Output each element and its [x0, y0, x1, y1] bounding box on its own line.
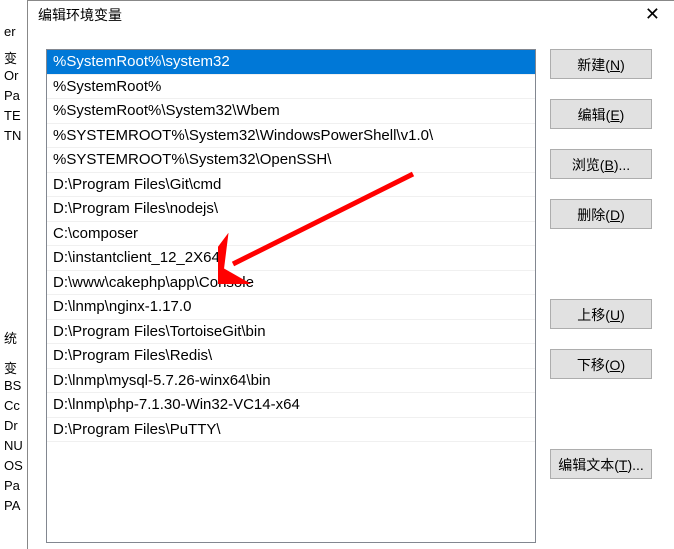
edit-button[interactable]: 编辑(E)	[550, 99, 652, 129]
list-item[interactable]: %SystemRoot%	[47, 75, 535, 100]
bg-label: OS	[4, 458, 23, 473]
bg-label: Cc	[4, 398, 20, 413]
list-item[interactable]: D:\Program Files\nodejs\	[47, 197, 535, 222]
bg-label: 统	[4, 328, 17, 347]
list-item[interactable]: %SYSTEMROOT%\System32\OpenSSH\	[47, 148, 535, 173]
edit-env-var-dialog: 编辑环境变量 ✕ %SystemRoot%\system32%SystemRoo…	[28, 0, 674, 549]
bg-label: er	[4, 24, 16, 39]
bg-label: Or	[4, 68, 18, 83]
background-window-edge: er变OrPaTETN统变BSCcDrNUOSPaPA	[0, 0, 28, 549]
dialog-content: %SystemRoot%\system32%SystemRoot%%System…	[46, 49, 664, 543]
list-item[interactable]: %SystemRoot%\System32\Wbem	[47, 99, 535, 124]
list-item[interactable]: D:\instantclient_12_2X64	[47, 246, 535, 271]
list-item[interactable]: %SystemRoot%\system32	[47, 50, 535, 75]
move-down-button[interactable]: 下移(O)	[550, 349, 652, 379]
bg-label: Dr	[4, 418, 18, 433]
list-item[interactable]: D:\Program Files\PuTTY\	[47, 418, 535, 443]
bg-label: 变	[4, 48, 17, 67]
browse-button[interactable]: 浏览(B)...	[550, 149, 652, 179]
move-up-button[interactable]: 上移(U)	[550, 299, 652, 329]
bg-label: TN	[4, 128, 21, 143]
titlebar: 编辑环境变量 ✕	[28, 1, 674, 29]
bg-label: TE	[4, 108, 21, 123]
new-button[interactable]: 新建(N)	[550, 49, 652, 79]
bg-label: Pa	[4, 478, 20, 493]
list-item[interactable]: D:\Program Files\TortoiseGit\bin	[47, 320, 535, 345]
close-icon[interactable]: ✕	[639, 5, 666, 23]
list-item[interactable]: %SYSTEMROOT%\System32\WindowsPowerShell\…	[47, 124, 535, 149]
path-listbox[interactable]: %SystemRoot%\system32%SystemRoot%%System…	[46, 49, 536, 543]
bg-label: PA	[4, 498, 20, 513]
bg-label: 变	[4, 358, 17, 377]
bg-label: BS	[4, 378, 21, 393]
list-item[interactable]: D:\lnmp\php-7.1.30-Win32-VC14-x64	[47, 393, 535, 418]
dialog-title: 编辑环境变量	[38, 5, 122, 25]
list-item[interactable]: D:\lnmp\nginx-1.17.0	[47, 295, 535, 320]
list-item[interactable]: D:\lnmp\mysql-5.7.26-winx64\bin	[47, 369, 535, 394]
bg-label: Pa	[4, 88, 20, 103]
list-item[interactable]: D:\www\cakephp\app\Console	[47, 271, 535, 296]
list-item[interactable]: D:\Program Files\Redis\	[47, 344, 535, 369]
bg-label: NU	[4, 438, 23, 453]
edit-text-button[interactable]: 编辑文本(T)...	[550, 449, 652, 479]
delete-button[interactable]: 删除(D)	[550, 199, 652, 229]
list-item[interactable]: D:\Program Files\Git\cmd	[47, 173, 535, 198]
list-item[interactable]: C:\composer	[47, 222, 535, 247]
button-column: 新建(N) 编辑(E) 浏览(B)... 删除(D) 上移(U) 下移(O) 编…	[550, 49, 652, 543]
